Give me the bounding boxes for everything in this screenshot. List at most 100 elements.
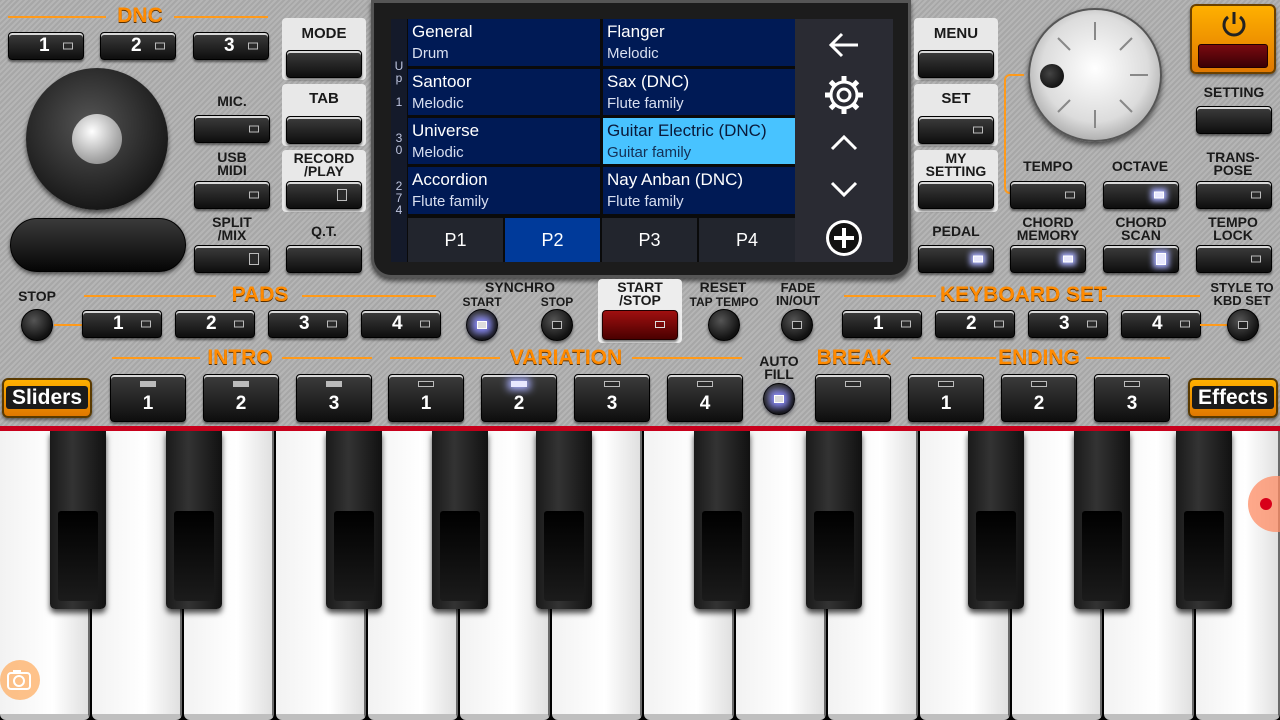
page-tab-p2[interactable]: P2 bbox=[505, 218, 600, 262]
chevron-up-icon[interactable] bbox=[795, 129, 893, 162]
sliders-button[interactable]: Sliders bbox=[2, 378, 92, 418]
voice-cell-sax[interactable]: Sax (DNC) Flute family bbox=[603, 69, 795, 115]
voice-cell-nay-anban[interactable]: Nay Anban (DNC) Flute family bbox=[603, 167, 795, 214]
variation-button-2[interactable]: 2 bbox=[481, 374, 557, 422]
led-indicator bbox=[63, 42, 73, 50]
page-tab-p1[interactable]: P1 bbox=[408, 218, 503, 262]
pitch-bend-bar[interactable] bbox=[10, 218, 186, 272]
voice-category: Flute family bbox=[607, 193, 684, 210]
pad-button-1[interactable]: 1 bbox=[82, 310, 162, 338]
voice-cell-accordion[interactable]: Accordion Flute family bbox=[408, 167, 600, 214]
start-stop-button[interactable] bbox=[602, 310, 678, 340]
variation-line-right bbox=[632, 357, 742, 359]
joystick[interactable] bbox=[26, 68, 168, 210]
dnc-button-1[interactable]: 1 bbox=[8, 32, 84, 60]
style-to-kbd-set-button[interactable] bbox=[1227, 309, 1259, 341]
black-key[interactable] bbox=[536, 431, 592, 609]
mode-button[interactable] bbox=[286, 50, 362, 78]
intro-button-2[interactable]: 2 bbox=[203, 374, 279, 422]
variation-button-4[interactable]: 4 bbox=[667, 374, 743, 422]
split-mix-button[interactable] bbox=[194, 245, 270, 273]
dnc-button-2-label: 2 bbox=[131, 35, 142, 56]
black-key[interactable] bbox=[1176, 431, 1232, 609]
voice-cell-guitar-electric-selected[interactable]: Guitar Electric (DNC) Guitar family bbox=[603, 118, 795, 164]
ending-button-1[interactable]: 1 bbox=[908, 374, 984, 422]
led-indicator bbox=[774, 395, 784, 403]
ending-button-2[interactable]: 2 bbox=[1001, 374, 1077, 422]
black-key[interactable] bbox=[806, 431, 862, 609]
qt-button[interactable] bbox=[286, 245, 362, 273]
keyboard-set-button-2[interactable]: 2 bbox=[935, 310, 1015, 338]
voice-category: Melodic bbox=[607, 45, 659, 62]
octave-button[interactable] bbox=[1103, 181, 1179, 209]
volume-knob[interactable] bbox=[1028, 8, 1162, 142]
chevron-down-icon[interactable] bbox=[795, 175, 893, 208]
ending-button-3[interactable]: 3 bbox=[1094, 374, 1170, 422]
variation-button-3[interactable]: 3 bbox=[574, 374, 650, 422]
synchro-label: SYNCHRO bbox=[484, 279, 555, 295]
pad-button-3[interactable]: 3 bbox=[268, 310, 348, 338]
page-tab-p3[interactable]: P3 bbox=[602, 218, 697, 262]
tempo-lock-button[interactable] bbox=[1196, 245, 1272, 273]
setting-button[interactable] bbox=[1196, 106, 1272, 134]
led-indicator bbox=[327, 320, 337, 328]
display-screen: U p 1 3 0 2 7 4 General Drum Flanger Melod… bbox=[371, 0, 911, 278]
tempo-button[interactable] bbox=[1010, 181, 1086, 209]
joystick-knob[interactable] bbox=[72, 114, 122, 164]
set-button[interactable] bbox=[918, 116, 994, 144]
voice-cell-santoor[interactable]: Santoor Melodic bbox=[408, 69, 600, 115]
my-setting-button[interactable] bbox=[918, 181, 994, 209]
chord-scan-button[interactable] bbox=[1103, 245, 1179, 273]
pedal-button[interactable] bbox=[918, 245, 994, 273]
dnc-button-3[interactable]: 3 bbox=[193, 32, 269, 60]
keyboard-set-button-1[interactable]: 1 bbox=[842, 310, 922, 338]
black-key[interactable] bbox=[326, 431, 382, 609]
variation-title: VARIATION bbox=[509, 346, 623, 369]
menu-button[interactable] bbox=[918, 50, 994, 78]
keyboard-set-button-4[interactable]: 4 bbox=[1121, 310, 1201, 338]
mic-button[interactable] bbox=[194, 115, 270, 143]
voice-cell-universe[interactable]: Universe Melodic bbox=[408, 118, 600, 164]
intro-button-3[interactable]: 3 bbox=[296, 374, 372, 422]
gear-icon[interactable] bbox=[795, 73, 893, 122]
reset-tap-tempo-button[interactable] bbox=[708, 309, 740, 341]
split-mix-label: SPLIT /MIX bbox=[212, 214, 252, 243]
chord-memory-button[interactable] bbox=[1010, 245, 1086, 273]
auto-fill-label: AUTO FILL bbox=[759, 353, 799, 382]
tab-button[interactable] bbox=[286, 116, 362, 144]
transpose-button[interactable] bbox=[1196, 181, 1272, 209]
stop-round-button[interactable] bbox=[21, 309, 53, 341]
black-key[interactable] bbox=[166, 431, 222, 609]
black-key[interactable] bbox=[432, 431, 488, 609]
synchro-stop-button[interactable] bbox=[541, 309, 573, 341]
usb-midi-button[interactable] bbox=[194, 181, 270, 209]
voice-cell-general[interactable]: General Drum bbox=[408, 19, 600, 66]
dnc-button-2[interactable]: 2 bbox=[100, 32, 176, 60]
pad-button-2[interactable]: 2 bbox=[175, 310, 255, 338]
effects-button[interactable]: Effects bbox=[1188, 378, 1278, 418]
keyboard-set-button-3[interactable]: 3 bbox=[1028, 310, 1108, 338]
fade-in-out-button[interactable] bbox=[781, 309, 813, 341]
synchro-start-button[interactable] bbox=[466, 309, 498, 341]
pads-line-right bbox=[302, 295, 436, 297]
black-key[interactable] bbox=[694, 431, 750, 609]
camera-icon[interactable] bbox=[0, 660, 40, 700]
voice-cell-flanger[interactable]: Flanger Melodic bbox=[603, 19, 795, 66]
black-key[interactable] bbox=[50, 431, 106, 609]
mode-label: MODE bbox=[301, 25, 347, 42]
break-button[interactable] bbox=[815, 374, 891, 422]
variation-button-1[interactable]: 1 bbox=[388, 374, 464, 422]
back-arrow-icon[interactable] bbox=[795, 27, 893, 68]
record-play-button[interactable] bbox=[286, 181, 362, 209]
page-tab-p4[interactable]: P4 bbox=[699, 218, 795, 262]
led-indicator bbox=[655, 321, 665, 328]
auto-fill-button[interactable] bbox=[763, 383, 795, 415]
black-key[interactable] bbox=[1074, 431, 1130, 609]
black-key[interactable] bbox=[968, 431, 1024, 609]
dnc-line-left bbox=[8, 16, 106, 18]
intro-button-1[interactable]: 1 bbox=[110, 374, 186, 422]
led-indicator bbox=[233, 381, 249, 387]
power-button[interactable] bbox=[1190, 4, 1276, 74]
add-icon[interactable] bbox=[795, 218, 893, 263]
pad-button-4[interactable]: 4 bbox=[361, 310, 441, 338]
